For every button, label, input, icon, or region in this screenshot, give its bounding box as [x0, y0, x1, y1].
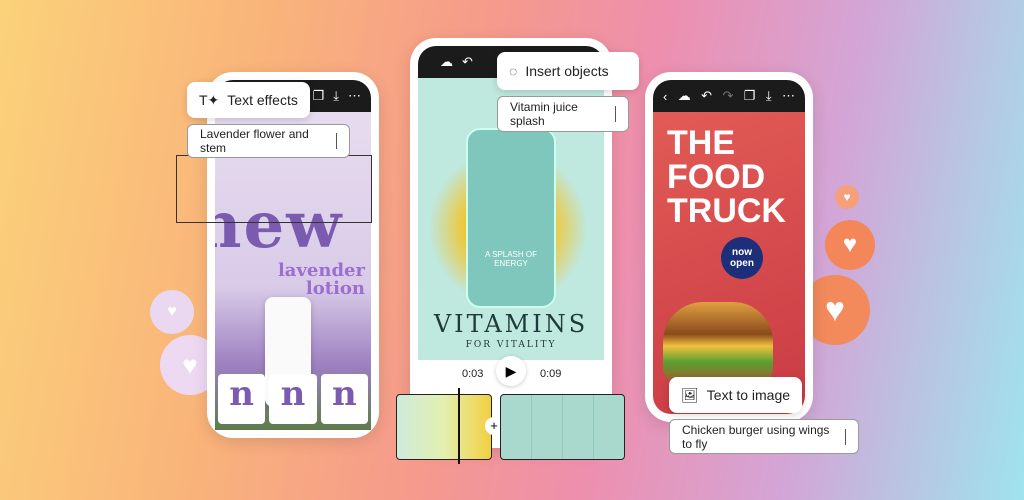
insert-objects-icon: ◌ [509, 63, 518, 79]
variant-thumb[interactable]: n [320, 374, 368, 424]
insert-objects-button[interactable]: ◌ Insert objects [497, 52, 639, 90]
timeline-clip-2[interactable] [500, 394, 625, 460]
layers-icon[interactable]: ❐ [313, 88, 325, 104]
poster-title: THE FOOD TRUCK [667, 124, 786, 230]
time-total: 0:09 [540, 368, 562, 380]
text-to-image-prompt-input[interactable]: Chicken burger using wings to fly [669, 419, 859, 454]
poster-title: VITAMINS [433, 310, 589, 338]
play-button[interactable]: ▶ [496, 356, 526, 386]
back-icon[interactable]: ‹ [663, 89, 667, 104]
text-to-image-button[interactable]: 🖼 Text to image [669, 377, 803, 413]
download-icon[interactable]: ⤓ [333, 88, 339, 104]
burger [663, 302, 773, 382]
cloud-icon[interactable]: ☁ [440, 54, 453, 70]
timeline-clip-1[interactable] [396, 394, 492, 460]
time-current: 0:03 [462, 368, 484, 380]
cloud-icon[interactable]: ☁ [678, 88, 691, 104]
toolbar: ‹ ☁ ↶ ↷ ❐ ⤓ ⋯ [653, 80, 805, 112]
text-effects-icon: T✦ [199, 91, 220, 108]
poster-subtitle: FOR VITALITY [465, 340, 557, 350]
variant-thumb[interactable]: n [269, 374, 317, 424]
undo-icon[interactable]: ↶ [462, 54, 473, 70]
undo-icon[interactable]: ↶ [701, 88, 712, 104]
variant-thumb[interactable]: n [218, 374, 266, 424]
vitamin-jar: A SPLASH OF ENERGY [466, 128, 556, 308]
more-icon[interactable]: ⋯ [348, 88, 361, 104]
text-effects-prompt-input[interactable]: Lavender flower and stem [187, 124, 350, 158]
heart-icon: ♥ [825, 220, 875, 270]
download-icon[interactable]: ⤓ [766, 88, 772, 104]
more-icon[interactable]: ⋯ [782, 88, 795, 104]
redo-icon[interactable]: ↷ [722, 88, 733, 104]
playhead[interactable] [458, 388, 460, 464]
heart-icon: ♥ [150, 290, 194, 334]
layers-icon[interactable]: ❐ [744, 88, 756, 104]
subtitle: lavender lotion [277, 260, 365, 299]
right-phone: ‹ ☁ ↶ ↷ ❐ ⤓ ⋯ THE FOOD TRUCK now open [645, 72, 813, 422]
selection-box[interactable] [176, 155, 372, 223]
heart-icon: ♥ [835, 185, 859, 209]
text-to-image-icon: 🖼 [681, 386, 699, 403]
insert-objects-prompt-input[interactable]: Vitamin juice splash [497, 96, 629, 132]
now-open-badge: now open [721, 237, 763, 279]
text-effects-button[interactable]: T✦ Text effects [187, 82, 310, 118]
play-icon: ▶ [505, 363, 517, 379]
